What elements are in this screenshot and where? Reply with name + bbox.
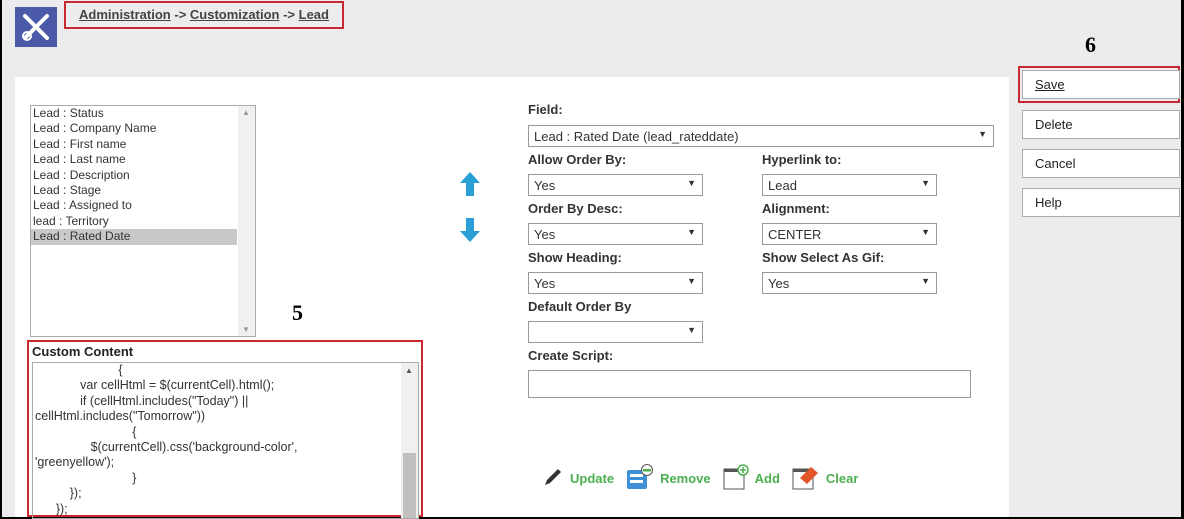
chevron-down-icon: ▼ [978, 129, 987, 139]
order-by-desc-label: Order By Desc: [528, 201, 623, 216]
custom-content-label: Custom Content [32, 344, 134, 359]
annotation-5: 5 [292, 300, 303, 325]
code-scrollbar[interactable]: ▲ [401, 363, 418, 518]
pencil-icon[interactable] [542, 466, 564, 491]
breadcrumb: Administration -> Customization -> Lead [64, 1, 344, 29]
remove-list-icon[interactable] [626, 464, 654, 493]
delete-button[interactable]: Delete [1022, 110, 1180, 139]
field-value: Lead : Rated Date (lead_rateddate) [534, 129, 739, 144]
page: Administration -> Customization -> Lead … [2, 0, 1181, 519]
hyperlink-to-select[interactable]: Lead ▼ [762, 174, 937, 196]
chevron-down-icon: ▼ [921, 227, 930, 237]
order-by-desc-select[interactable]: Yes ▼ [528, 223, 703, 245]
chevron-down-icon: ▼ [921, 276, 930, 286]
breadcrumb-separator: -> [174, 7, 187, 22]
show-select-as-gif-select[interactable]: Yes ▼ [762, 272, 937, 294]
field-label: Field: [528, 102, 563, 117]
create-script-label: Create Script: [528, 348, 614, 363]
fields-listbox[interactable]: Lead : Status Lead : Company Name Lead :… [30, 105, 256, 337]
breadcrumb-separator: -> [283, 7, 296, 22]
alignment-label: Alignment: [762, 201, 830, 216]
allow-order-by-label: Allow Order By: [528, 152, 627, 167]
default-order-by-select[interactable]: ▼ [528, 321, 703, 343]
list-item[interactable]: Lead : Description [31, 168, 237, 183]
allow-order-by-value: Yes [534, 178, 556, 193]
order-by-desc-value: Yes [534, 227, 556, 242]
default-order-by-label: Default Order By [528, 299, 632, 314]
chevron-down-icon: ▼ [687, 325, 696, 335]
list-item-selected[interactable]: Lead : Rated Date [31, 229, 237, 245]
cancel-button[interactable]: Cancel [1022, 149, 1180, 178]
update-button[interactable]: Update [570, 471, 614, 486]
breadcrumb-lead[interactable]: Lead [299, 7, 329, 22]
show-select-as-gif-label: Show Select As Gif: [762, 250, 885, 265]
chevron-down-icon: ▼ [687, 276, 696, 286]
alignment-value: CENTER [768, 227, 822, 242]
save-button[interactable]: Save [1022, 70, 1180, 99]
hyperlink-to-label: Hyperlink to: [762, 152, 842, 167]
list-item[interactable]: Lead : Status [31, 106, 237, 121]
eraser-icon[interactable] [792, 464, 820, 493]
breadcrumb-customization[interactable]: Customization [190, 7, 280, 22]
alignment-select[interactable]: CENTER ▼ [762, 223, 937, 245]
chevron-down-icon: ▼ [687, 227, 696, 237]
field-select[interactable]: Lead : Rated Date (lead_rateddate) ▼ [528, 125, 994, 147]
list-item[interactable]: Lead : Assigned to [31, 198, 237, 213]
breadcrumb-administration[interactable]: Administration [79, 7, 171, 22]
create-script-textarea[interactable] [528, 370, 971, 398]
custom-content-textarea[interactable]: { var cellHtml = $(currentCell).html(); … [32, 362, 419, 519]
move-down-arrow-icon[interactable] [460, 218, 480, 245]
allow-order-by-select[interactable]: Yes ▼ [528, 174, 703, 196]
list-item[interactable]: Lead : First name [31, 137, 237, 152]
clear-button[interactable]: Clear [826, 471, 859, 486]
hyperlink-to-value: Lead [768, 178, 797, 193]
annotation-6: 6 [1085, 32, 1096, 57]
add-button[interactable]: Add [755, 471, 780, 486]
show-heading-select[interactable]: Yes ▼ [528, 272, 703, 294]
help-button[interactable]: Help [1022, 188, 1180, 217]
add-window-icon[interactable] [723, 464, 749, 493]
list-item[interactable]: Lead : Last name [31, 152, 237, 167]
list-scrollbar[interactable]: ▲ ▼ [238, 106, 255, 336]
list-item[interactable]: Lead : Company Name [31, 121, 237, 136]
move-up-arrow-icon[interactable] [460, 172, 480, 199]
show-heading-value: Yes [534, 276, 556, 291]
custom-content-code: { var cellHtml = $(currentCell).html(); … [35, 363, 298, 516]
remove-button[interactable]: Remove [660, 471, 711, 486]
admin-tools-icon [15, 7, 57, 47]
chevron-down-icon: ▼ [687, 178, 696, 188]
action-bar: Update Remove Add Clear [542, 464, 858, 493]
show-heading-label: Show Heading: [528, 250, 622, 265]
chevron-down-icon: ▼ [921, 178, 930, 188]
list-item[interactable]: lead : Territory [31, 214, 237, 229]
show-select-as-gif-value: Yes [768, 276, 790, 291]
list-item[interactable]: Lead : Stage [31, 183, 237, 198]
custom-content-section: Custom Content { var cellHtml = $(curren… [27, 340, 423, 519]
